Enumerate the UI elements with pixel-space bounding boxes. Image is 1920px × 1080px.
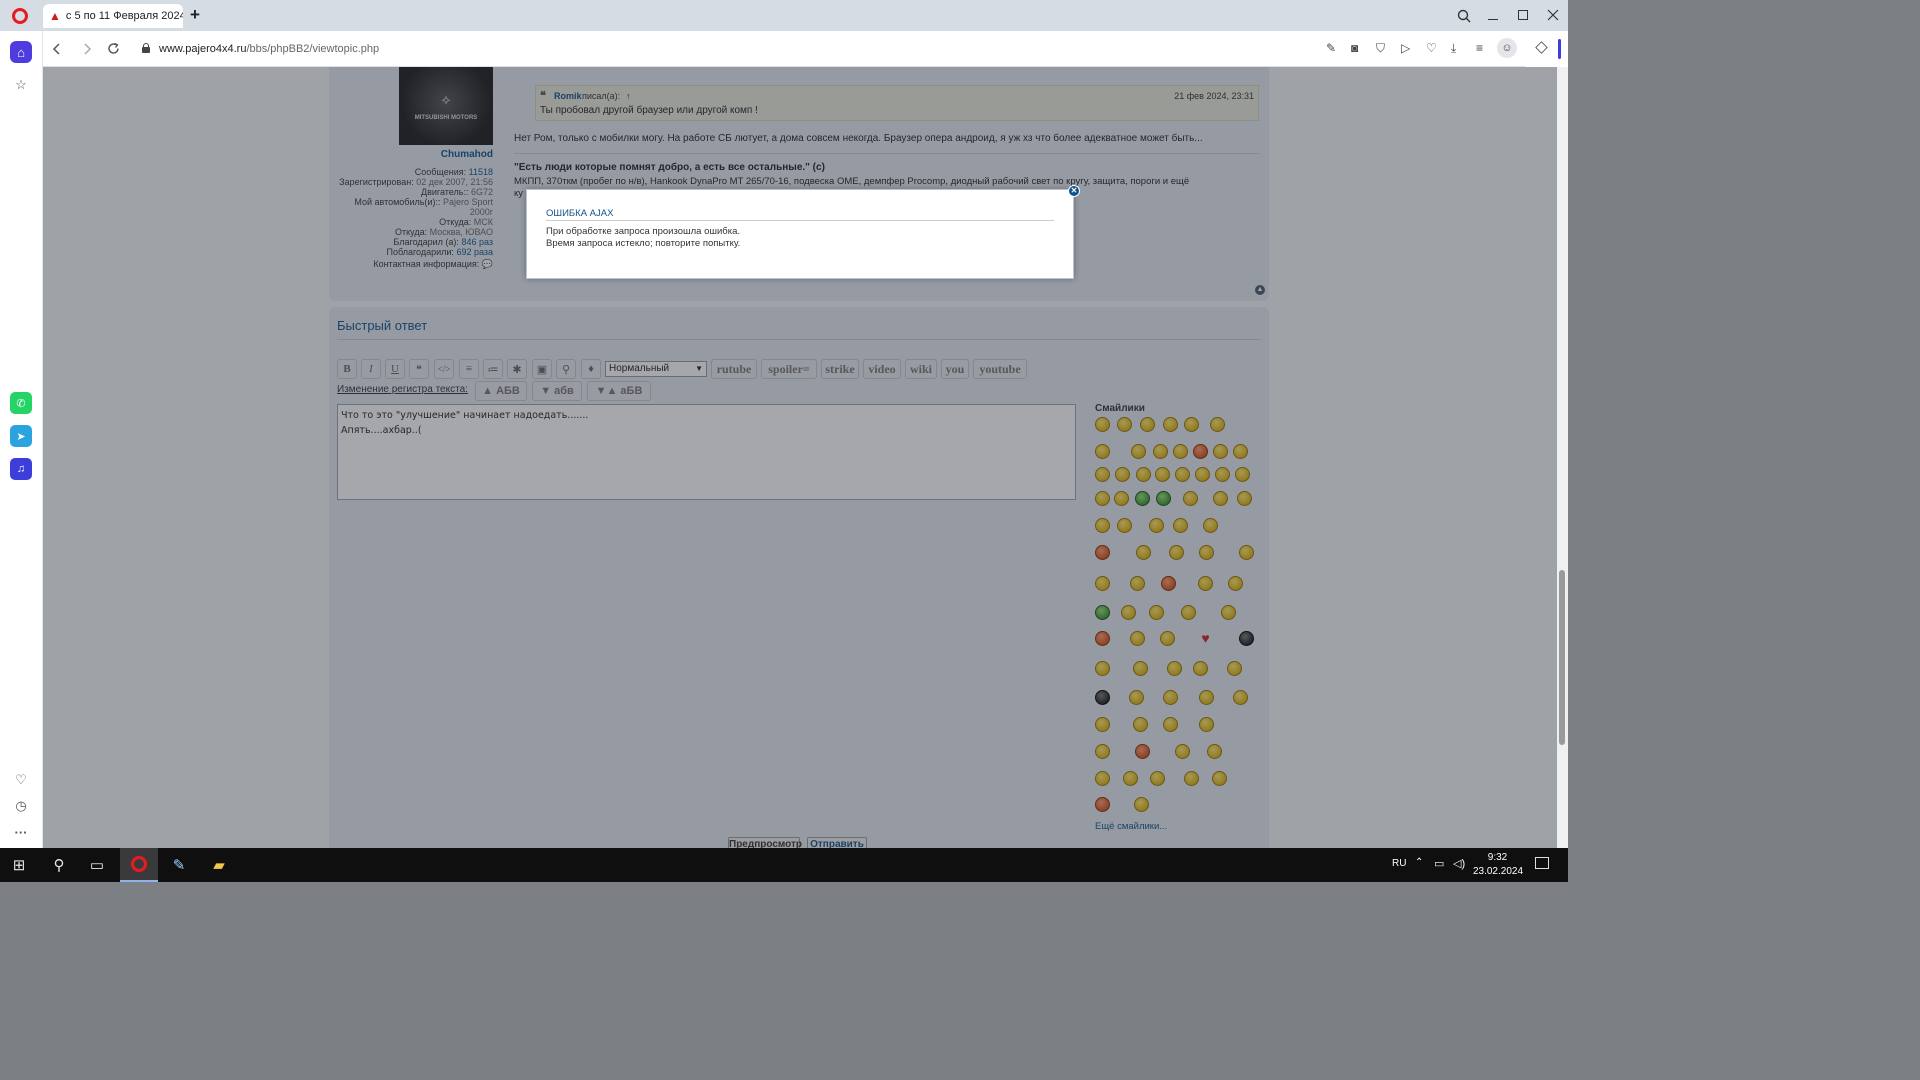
opera-sidebar: ⌂ ☆ ✆ ➤ ♫ ♡ ◷ ··· [0,31,43,848]
task-view-icon[interactable]: ▭ [78,848,116,882]
play-icon[interactable]: ▷ [1401,41,1410,55]
dialog-message-line2: Время запроса истекло; повторите попытку… [546,238,741,249]
whatsapp-icon[interactable]: ✆ [10,392,32,414]
paint-icon[interactable]: ✎ [160,848,198,882]
search-icon[interactable] [1457,9,1471,23]
star-icon[interactable]: ☆ [10,74,32,96]
url-host: www.pajero4x4.ru [159,43,247,55]
screen: ▲ с 5 по 11 Февраля 2024 г + www.pajero4… [0,0,1568,882]
page-viewport: ⟡ MITSUBISHI MOTORS Chumahod Сообщения: … [43,67,1557,848]
network-icon[interactable]: ▭ [1434,857,1444,870]
history-icon[interactable]: ◷ [10,795,32,817]
clock-time[interactable]: 9:32 [1475,852,1520,863]
cube-icon[interactable] [1535,41,1548,54]
dialog-title: ОШИБКА AJAX [546,208,614,219]
telegram-icon[interactable]: ➤ [10,425,32,447]
dialog-close-icon[interactable]: ✕ [1068,185,1080,197]
menu-icon[interactable]: ≡ [1476,41,1483,55]
scrollbar-thumb[interactable] [1559,570,1565,745]
download-icon[interactable]: ⤓ [1451,41,1456,56]
profile-icon[interactable]: ☺ [1497,38,1517,58]
new-tab-button[interactable]: + [187,6,203,24]
home-icon[interactable]: ⌂ [10,41,32,63]
volume-icon[interactable]: ◁) [1453,857,1465,870]
language-indicator[interactable]: RU [1392,858,1406,869]
camera-icon[interactable]: ◙ [1351,41,1358,55]
toolbar-icons: ✎ ◙ ⛉ ▷ ♡ ⤓ ≡ ☺ [1326,38,1517,58]
clock-date[interactable]: 23.02.2024 [1472,866,1524,877]
file-explorer-icon[interactable]: ▰ [200,848,238,882]
close-icon[interactable] [1547,9,1559,21]
tab-bar: ▲ с 5 по 11 Февраля 2024 г + [0,0,1568,31]
tray-chevron-icon[interactable]: ⌃ [1415,857,1423,868]
browser-tab[interactable]: ▲ с 5 по 11 Февраля 2024 г [43,4,183,28]
sidebar-toggle[interactable] [1558,39,1561,59]
forward-icon[interactable] [82,43,92,55]
back-icon[interactable] [52,43,62,55]
heart-icon[interactable]: ♡ [10,769,32,791]
address-bar: www.pajero4x4.ru/bbs/phpBB2/viewtopic.ph… [43,31,1525,67]
notifications-icon[interactable] [1535,857,1549,869]
url-path: /bbs/phpBB2/viewtopic.php [246,43,380,55]
modal-overlay[interactable] [43,67,1557,848]
lock-icon [142,43,150,53]
opera-logo-icon[interactable] [12,8,28,24]
taskbar: ⊞ ⚲ ▭ ✎ ▰ RU ⌃ ▭ ◁) 9:32 23.02.2024 [0,848,1568,882]
dialog-message-line1: При обработке запроса произошла ошибка. [546,226,741,237]
dialog-divider [546,220,1054,221]
start-icon[interactable]: ⊞ [0,848,38,882]
restore-icon[interactable] [1518,10,1528,20]
url-field[interactable]: www.pajero4x4.ru/bbs/phpBB2/viewtopic.ph… [159,42,759,58]
shield-icon[interactable]: ⛉ [1376,41,1385,56]
edit-icon[interactable]: ✎ [1326,41,1336,55]
search-icon[interactable]: ⚲ [40,848,78,882]
ajax-error-dialog: ОШИБКА AJAX При обработке запроса произо… [526,185,1080,279]
reload-icon[interactable] [107,42,120,55]
more-icon[interactable]: ··· [10,821,32,843]
heart-icon[interactable]: ♡ [1426,41,1437,55]
tab-title: с 5 по 11 Февраля 2024 г [65,10,183,22]
extensions-area [1525,31,1568,67]
favicon-icon: ▲ [49,9,61,23]
minimize-icon[interactable] [1488,19,1498,20]
opera-taskbar-icon[interactable] [120,848,158,882]
player-icon[interactable]: ♫ [10,458,32,480]
